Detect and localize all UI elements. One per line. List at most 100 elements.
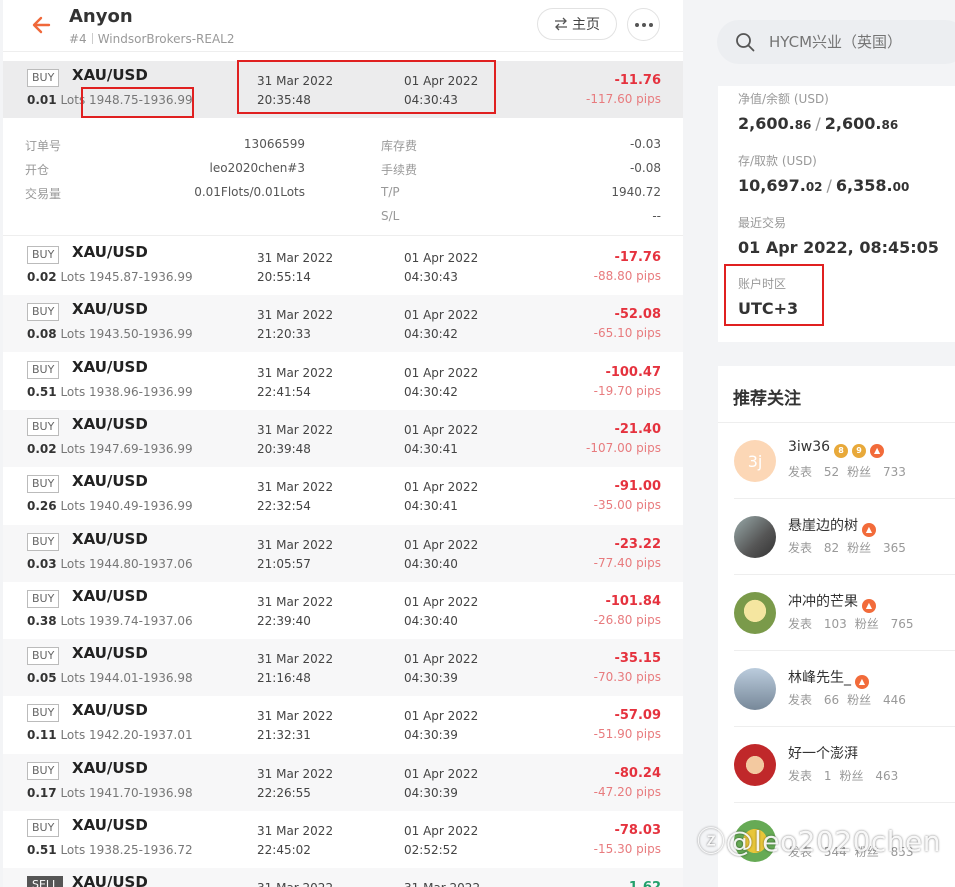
trade-row-selected[interactable]: BUY XAU/USD 0.01 Lots 1948.75-1936.99 31… xyxy=(3,61,683,118)
equity-label: 净值/余额 (USD) xyxy=(738,92,829,106)
close-datetime: 01 Apr 2022 04:30:39 xyxy=(404,709,479,743)
trade-detail: 订单号 13066599 开仓 leo2020chen#3 交易量 0.01Fl… xyxy=(3,118,683,236)
profit-loss: -21.40 xyxy=(614,421,661,437)
recommend-user[interactable]: 冲冲的芒果 ▲ 发表 103 粉丝 765 xyxy=(718,575,955,651)
search-input[interactable] xyxy=(769,30,955,54)
open-datetime: 31 Mar 2022 20:39:48 xyxy=(257,422,334,456)
fire-icon: ▲ xyxy=(870,444,885,458)
avatar[interactable] xyxy=(734,744,776,786)
avatar[interactable] xyxy=(734,592,776,634)
open-datetime: 31 Mar 2022 21:20:33 xyxy=(257,308,334,342)
profit-loss: -11.76 xyxy=(614,73,661,88)
account-subtitle: #4 WindsorBrokers-REAL2 xyxy=(69,32,235,46)
order-label: 订单号 xyxy=(25,139,62,153)
lots-info: 0.17 Lots 1941.70-1936.98 xyxy=(27,785,193,800)
open-datetime: 31 Mar 2022 22:26:55 xyxy=(257,766,334,800)
symbol: XAU/USD xyxy=(72,472,148,491)
trade-history-panel: Anyon #4 WindsorBrokers-REAL2 主页 BUY XAU/… xyxy=(3,0,683,887)
trade-row[interactable]: SELL XAU/USD 31 Mar 2022 31 Mar 2022 1.62 xyxy=(3,868,683,887)
search-bar[interactable] xyxy=(717,20,955,64)
trade-row[interactable]: BUY XAU/USD 0.51 Lots 1938.96-1936.99 31 Ma… xyxy=(3,353,683,410)
trade-row[interactable]: BUY XAU/USD 0.02 Lots 1947.69-1936.99 31 Ma… xyxy=(3,409,683,467)
equity-value: 2,600.86/2,600.86 xyxy=(738,114,899,133)
user-name[interactable]: 好一个澎湃 xyxy=(788,743,858,763)
pips: -117.60 pips xyxy=(586,92,661,106)
trade-row[interactable]: BUY XAU/USD 0.38 Lots 1939.74-1937.06 31 Ma… xyxy=(3,582,683,639)
sl-label: S/L xyxy=(381,209,400,223)
deposit-value: 10,697.02/6,358.00 xyxy=(738,176,910,195)
avatar[interactable] xyxy=(734,516,776,558)
trade-row[interactable]: BUY XAU/USD 0.11 Lots 1942.20-1937.01 31 Ma… xyxy=(3,696,683,753)
recommend-card: 推荐关注 3j 3iw36 8 9 ▲ 发表 52 粉丝 733 悬崖边的树 ▲ 发表 8… xyxy=(718,366,955,887)
close-datetime: 01 Apr 2022 04:30:43 xyxy=(404,74,479,107)
close-datetime: 31 Mar 2022 xyxy=(404,879,480,887)
close-datetime: 01 Apr 2022 04:30:41 xyxy=(404,422,479,456)
close-datetime: 01 Apr 2022 04:30:42 xyxy=(404,365,479,399)
close-datetime: 01 Apr 2022 04:30:41 xyxy=(404,480,479,514)
profit-loss: -80.24 xyxy=(614,765,661,781)
trade-row[interactable]: BUY XAU/USD 0.51 Lots 1938.25-1936.72 31 Ma… xyxy=(3,811,683,868)
trade-row[interactable]: BUY XAU/USD 0.02 Lots 1945.87-1936.99 31 Ma… xyxy=(3,238,683,295)
account-number: #4 xyxy=(69,32,87,46)
recommend-user[interactable]: 悬崖边的树 ▲ 发表 82 粉丝 365 xyxy=(718,499,955,575)
broker-name: WindsorBrokers-REAL2 xyxy=(97,32,235,46)
more-dots-icon xyxy=(634,22,639,27)
avatar[interactable]: 3j xyxy=(734,440,776,482)
recommend-user[interactable]: 林峰先生_ ▲ 发表 66 粉丝 446 xyxy=(718,651,955,727)
pips: -65.10 pips xyxy=(593,326,661,341)
close-datetime: 01 Apr 2022 04:30:40 xyxy=(404,537,479,571)
pips: -77.40 pips xyxy=(593,555,661,570)
user-name[interactable]: 3iw36 8 9 ▲ xyxy=(788,439,885,458)
search-icon xyxy=(736,33,755,52)
back-arrow-icon[interactable] xyxy=(29,10,59,40)
home-button[interactable]: 主页 xyxy=(537,8,617,40)
trade-row[interactable]: BUY XAU/USD 0.03 Lots 1944.80-1937.06 31 Ma… xyxy=(3,524,683,582)
symbol: XAU/USD xyxy=(72,529,148,548)
account-summary-card: 净值/余额 (USD) 2,600.86/2,600.86 存/取款 (USD)… xyxy=(718,86,955,342)
last-trade-label: 最近交易 xyxy=(738,216,787,230)
avatar[interactable] xyxy=(734,668,776,710)
lots-info: 0.26 Lots 1940.49-1936.99 xyxy=(27,499,193,514)
more-button[interactable] xyxy=(627,8,660,41)
user-name[interactable]: 冲冲的芒果 ▲ xyxy=(788,591,876,613)
sl-value: -- xyxy=(652,209,661,223)
last-trade-value: 01 Apr 2022, 08:45:05 xyxy=(738,238,939,257)
symbol: XAU/USD xyxy=(72,644,148,663)
user-stats: 发表 52 粉丝 733 xyxy=(788,465,906,479)
profit-loss: -23.22 xyxy=(614,536,661,552)
pips: -107.00 pips xyxy=(586,440,661,455)
profit-loss: -35.15 xyxy=(614,651,661,667)
lots-info: 0.51 Lots 1938.96-1936.99 xyxy=(27,384,193,399)
profit-loss: 1.62 xyxy=(629,880,661,887)
user-stats: 发表 82 粉丝 365 xyxy=(788,541,906,555)
side-badge: BUY xyxy=(27,589,60,608)
symbol: XAU/USD xyxy=(72,758,148,777)
lots-info: 0.05 Lots 1944.01-1936.98 xyxy=(27,671,193,686)
home-button-label: 主页 xyxy=(572,17,600,33)
symbol: XAU/USD xyxy=(72,357,148,376)
pips: -51.90 pips xyxy=(593,727,661,742)
recommend-user[interactable]: 3j 3iw36 8 9 ▲ 发表 52 粉丝 733 xyxy=(718,423,955,499)
trade-row[interactable]: BUY XAU/USD 0.26 Lots 1940.49-1936.99 31 Ma… xyxy=(3,467,683,524)
user-name[interactable]: 林峰先生_ ▲ xyxy=(788,667,869,689)
user-name[interactable]: 悬崖边的树 ▲ xyxy=(788,515,876,537)
profit-loss: -17.76 xyxy=(614,250,661,265)
order-value: 13066599 xyxy=(243,137,305,151)
lots-info: 0.02 Lots 1947.69-1936.99 xyxy=(27,441,193,456)
trade-row[interactable]: BUY XAU/USD 0.08 Lots 1943.50-1936.99 31 Ma… xyxy=(3,295,683,353)
side-badge: BUY xyxy=(27,704,60,723)
side-badge: BUY xyxy=(27,69,60,87)
open-datetime: 31 Mar 2022 22:39:40 xyxy=(257,594,334,628)
trade-row[interactable]: BUY XAU/USD 0.17 Lots 1941.70-1936.98 31 Ma… xyxy=(3,753,683,811)
symbol: XAU/USD xyxy=(72,300,148,319)
open-datetime: 31 Mar 2022 21:32:31 xyxy=(257,709,334,743)
profit-loss: -91.00 xyxy=(614,479,661,495)
profit-loss: -100.47 xyxy=(605,364,661,380)
trade-row[interactable]: BUY XAU/USD 0.05 Lots 1944.01-1936.98 31 Ma… xyxy=(3,639,683,697)
open-datetime: 31 Mar 2022 22:32:54 xyxy=(257,480,334,514)
pips: -88.80 pips xyxy=(593,269,661,283)
side-badge: BUY xyxy=(27,417,60,436)
recommend-user[interactable]: 好一个澎湃 发表 1 粉丝 463 xyxy=(718,727,955,803)
open-datetime: 31 Mar 2022 20:35:48 xyxy=(257,74,334,107)
pips: -15.30 pips xyxy=(593,842,661,856)
